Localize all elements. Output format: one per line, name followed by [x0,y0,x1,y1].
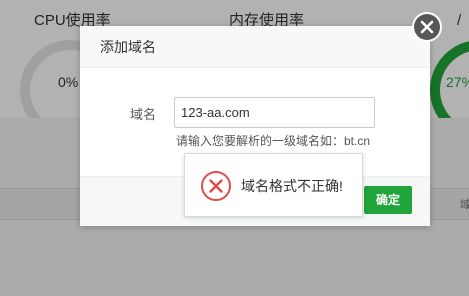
domain-field-label: 域名 [130,107,157,122]
page: CPU使用率 内存使用率 / 0% 27% 域 添加域名 域名 请输入您要解析的… [0,0,469,296]
error-toast: 域名格式不正确! [184,153,363,217]
close-icon [414,14,440,40]
close-button[interactable] [412,12,442,42]
dialog-title: 添加域名 [100,39,156,55]
domain-hint: 请输入您要解析的一级域名如：bt.cn [176,134,371,148]
dialog-header: 添加域名 [80,26,430,68]
toast-message: 域名格式不正确! [241,178,343,194]
domain-input[interactable] [174,97,375,128]
error-circle-icon [201,171,231,201]
confirm-button[interactable]: 确定 [364,186,412,214]
